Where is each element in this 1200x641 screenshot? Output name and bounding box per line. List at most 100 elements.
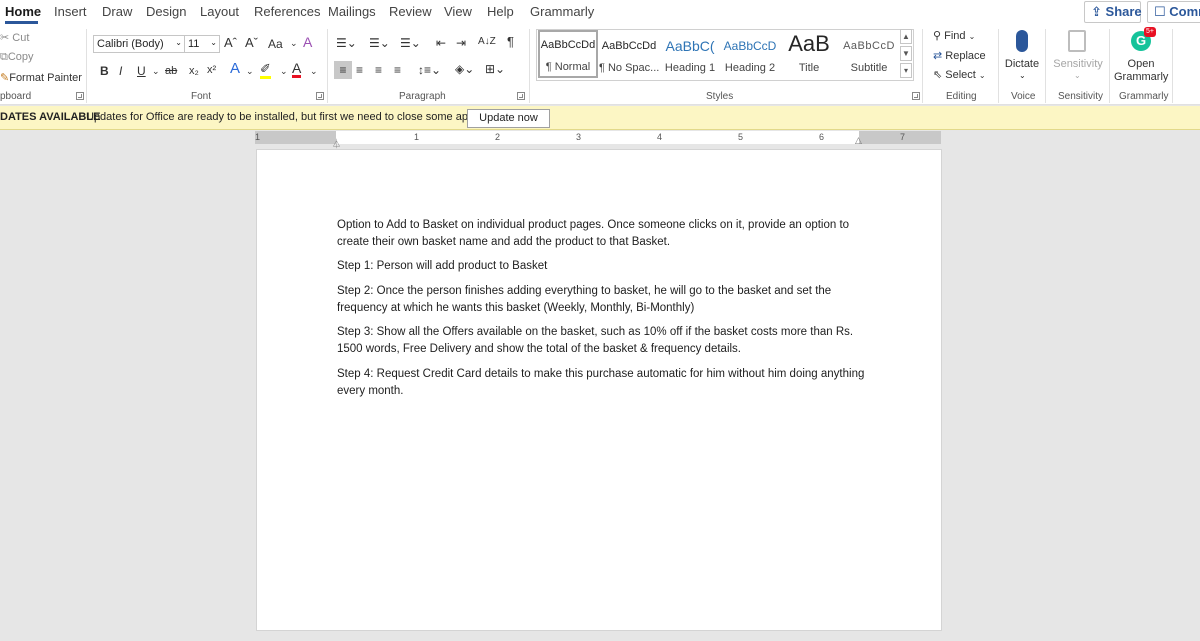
- open-grammarly-label-1: Open: [1127, 58, 1155, 70]
- chevron-down-icon: ⌄: [175, 38, 182, 47]
- clipboard-launcher-icon[interactable]: [76, 92, 84, 100]
- style-heading-1[interactable]: AaBbC( Heading 1: [660, 33, 720, 77]
- copy-icon: ⧉: [0, 51, 8, 63]
- style-name: Title: [798, 62, 820, 74]
- style-sample: AaBbCcDd: [540, 39, 596, 51]
- subscript-button[interactable]: x₂: [189, 64, 199, 78]
- document-paragraph[interactable]: Option to Add to Basket on individual pr…: [337, 217, 867, 250]
- sort-button[interactable]: A↓Z: [478, 35, 496, 49]
- font-color-icon[interactable]: A: [292, 61, 302, 78]
- font-size-dropdown[interactable]: 11 ⌄: [184, 35, 220, 53]
- tab-draw[interactable]: Draw: [102, 4, 132, 19]
- italic-button[interactable]: I: [119, 64, 122, 78]
- align-right-icon[interactable]: ≡: [375, 63, 382, 77]
- paragraph-launcher-icon[interactable]: [517, 92, 525, 100]
- replace-label: Replace: [945, 50, 986, 62]
- comments-button[interactable]: ☐ Comm: [1147, 1, 1200, 23]
- dictate-button[interactable]: Dictate ⌄: [1004, 29, 1040, 87]
- style-name: Heading 1: [664, 62, 716, 74]
- strikethrough-button[interactable]: ab: [165, 64, 177, 78]
- increase-indent-icon[interactable]: ⇥: [456, 36, 466, 50]
- divider: [1045, 29, 1046, 103]
- show-formatting-button[interactable]: ¶: [507, 35, 514, 49]
- clear-formatting-icon[interactable]: A: [303, 35, 312, 49]
- find-button[interactable]: ⚲ Find ⌄: [933, 29, 975, 42]
- line-spacing-icon[interactable]: ↕≡⌄: [418, 63, 441, 77]
- chevron-down-icon: ⌄: [968, 32, 976, 41]
- align-center-icon[interactable]: ≡: [356, 63, 363, 77]
- chevron-down-icon: ⌄: [1019, 71, 1026, 80]
- style-sample: AaBbCcD: [843, 40, 895, 52]
- style-title[interactable]: AaB Title: [779, 33, 839, 77]
- style-sample: AaBbCcD: [723, 39, 777, 53]
- decrease-indent-icon[interactable]: ⇤: [436, 36, 446, 50]
- copy-button[interactable]: ⧉Copy: [0, 51, 34, 64]
- chevron-down-icon: ⌄: [210, 38, 217, 47]
- style-subtitle[interactable]: AaBbCcD Subtitle: [839, 33, 899, 77]
- grow-font-button[interactable]: Aˆ: [224, 36, 237, 50]
- text-effects-icon[interactable]: A: [230, 61, 240, 76]
- tab-home[interactable]: Home: [5, 4, 41, 19]
- document-page[interactable]: Option to Add to Basket on individual pr…: [256, 149, 942, 631]
- borders-icon[interactable]: ⊞⌄: [485, 62, 505, 76]
- tab-references[interactable]: References: [254, 4, 320, 19]
- document-paragraph[interactable]: Step 3: Show all the Offers available on…: [337, 324, 867, 357]
- styles-scroll-up-button[interactable]: ▲: [900, 29, 912, 44]
- right-indent-marker-icon[interactable]: △: [855, 135, 862, 146]
- font-group-label: Font: [191, 91, 212, 102]
- align-left-icon[interactable]: ≡: [334, 61, 352, 79]
- shading-icon[interactable]: ◈⌄: [455, 62, 474, 76]
- select-button[interactable]: ⇖ Select ⌄: [933, 68, 986, 81]
- styles-scroll-down-button[interactable]: ▼: [900, 46, 912, 61]
- ruler-number: 3: [576, 132, 582, 142]
- cut-button[interactable]: ✂ Cut: [0, 31, 29, 44]
- divider: [922, 29, 923, 103]
- cut-label: Cut: [12, 32, 30, 44]
- style-normal[interactable]: AaBbCcDd ¶ Normal: [538, 30, 598, 78]
- sensitivity-button[interactable]: Sensitivity ⌄: [1052, 29, 1104, 87]
- tab-design[interactable]: Design: [146, 4, 186, 19]
- shrink-font-button[interactable]: Aˇ: [245, 36, 258, 50]
- chevron-down-icon: ⌄: [978, 71, 986, 80]
- document-paragraph[interactable]: Step 2: Once the person finishes adding …: [337, 283, 867, 316]
- voice-group-label: Voice: [1011, 91, 1036, 102]
- font-launcher-icon[interactable]: [316, 92, 324, 100]
- style-sample: AaBbC(: [665, 38, 715, 54]
- justify-icon[interactable]: ≡: [394, 63, 401, 77]
- tab-layout[interactable]: Layout: [200, 4, 239, 19]
- chevron-down-icon: ⌄: [1074, 71, 1081, 80]
- open-grammarly-button[interactable]: G 5+ Open Grammarly: [1114, 27, 1169, 87]
- ruler-number: 2: [495, 132, 501, 142]
- chevron-down-icon: ⌄: [310, 66, 318, 76]
- tab-mailings[interactable]: Mailings: [328, 4, 376, 19]
- numbering-icon[interactable]: ☰⌄: [369, 36, 390, 50]
- replace-button[interactable]: ⇄ Replace: [933, 49, 986, 62]
- bullets-icon[interactable]: ☰⌄: [336, 36, 357, 50]
- share-icon: ⇪: [1091, 4, 1102, 19]
- tab-insert[interactable]: Insert: [54, 4, 87, 19]
- chevron-down-icon: ⌄: [246, 66, 254, 76]
- document-paragraph[interactable]: Step 1: Person will add product to Baske…: [337, 258, 867, 275]
- ruler-number: 1: [255, 132, 261, 142]
- divider: [998, 29, 999, 103]
- tab-review[interactable]: Review: [389, 4, 432, 19]
- styles-launcher-icon[interactable]: [912, 92, 920, 100]
- open-grammarly-label-2: Grammarly: [1114, 71, 1169, 83]
- highlighter-icon[interactable]: ✐: [260, 62, 271, 79]
- format-painter-button[interactable]: ✎Format Painter: [0, 71, 82, 84]
- tab-help[interactable]: Help: [487, 4, 514, 19]
- bold-button[interactable]: B: [100, 64, 109, 78]
- superscript-button[interactable]: x²: [207, 63, 216, 77]
- style-no-spacing[interactable]: AaBbCcDd ¶ No Spac...: [599, 33, 659, 77]
- tab-view[interactable]: View: [444, 4, 472, 19]
- share-button[interactable]: ⇪ Share: [1084, 1, 1142, 23]
- update-now-button[interactable]: Update now: [467, 109, 550, 128]
- tab-grammarly[interactable]: Grammarly: [530, 4, 594, 19]
- multilevel-list-icon[interactable]: ☰⌄: [400, 36, 421, 50]
- style-heading-2[interactable]: AaBbCcD Heading 2: [720, 33, 780, 77]
- document-paragraph[interactable]: Step 4: Request Credit Card details to m…: [337, 366, 867, 399]
- font-family-dropdown[interactable]: Calibri (Body) ⌄: [93, 35, 185, 53]
- change-case-button[interactable]: Aa: [268, 37, 283, 51]
- styles-more-button[interactable]: ▾: [900, 63, 912, 78]
- underline-button[interactable]: U: [137, 64, 146, 78]
